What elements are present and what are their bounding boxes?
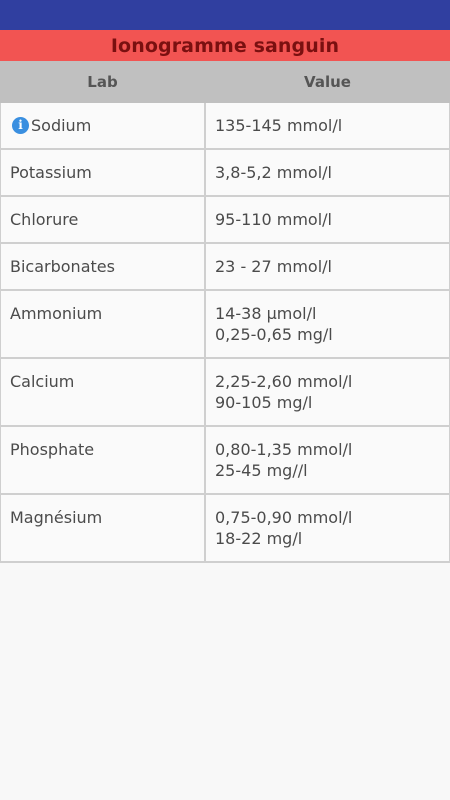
page-title: Ionogramme sanguin: [110, 34, 340, 57]
value-cell: 135-145 mmol/l: [206, 103, 450, 148]
column-header-lab: Lab: [87, 73, 118, 91]
lab-cell: Magnésium: [1, 495, 206, 561]
table-row-magnesium[interactable]: Magnésium 0,75-0,90 mmol/l 18-22 mg/l: [1, 495, 450, 563]
table-row-sodium[interactable]: i Sodium 135-145 mmol/l: [1, 103, 450, 150]
value-text: 23 - 27 mmol/l: [215, 257, 332, 276]
table-row-phosphate[interactable]: Phosphate 0,80-1,35 mmol/l 25-45 mg//l: [1, 427, 450, 495]
lab-label: Chlorure: [10, 210, 79, 229]
lab-label: Bicarbonates: [10, 257, 115, 276]
value-text: 90-105 mg/l: [215, 393, 313, 412]
lab-cell: Ammonium: [1, 291, 206, 357]
lab-label: Magnésium: [10, 508, 103, 527]
lab-cell: Calcium: [1, 359, 206, 425]
value-text: 0,80-1,35 mmol/l: [215, 440, 353, 459]
value-text: 14-38 µmol/l: [215, 304, 317, 323]
value-text: 0,25-0,65 mg/l: [215, 325, 333, 344]
status-bar: [0, 0, 450, 30]
value-cell: 0,80-1,35 mmol/l 25-45 mg//l: [206, 427, 450, 493]
value-text: 0,75-0,90 mmol/l: [215, 508, 353, 527]
lab-cell: Potassium: [1, 150, 206, 195]
title-bar: Ionogramme sanguin: [0, 30, 450, 61]
lab-table: i Sodium 135-145 mmol/l Potassium 3,8-5,…: [0, 103, 450, 563]
value-cell: 3,8-5,2 mmol/l: [206, 150, 450, 195]
value-cell: 95-110 mmol/l: [206, 197, 450, 242]
lab-label: Sodium: [31, 116, 92, 135]
lab-cell: i Sodium: [1, 103, 206, 148]
value-text: 3,8-5,2 mmol/l: [215, 163, 332, 182]
lab-cell: Bicarbonates: [1, 244, 206, 289]
table-row-ammonium[interactable]: Ammonium 14-38 µmol/l 0,25-0,65 mg/l: [1, 291, 450, 359]
value-text: 25-45 mg//l: [215, 461, 308, 480]
lab-label: Calcium: [10, 372, 75, 391]
value-text: 18-22 mg/l: [215, 529, 303, 548]
info-icon[interactable]: i: [12, 117, 29, 134]
value-text: 135-145 mmol/l: [215, 116, 343, 135]
lab-label: Ammonium: [10, 304, 103, 323]
lab-cell: Chlorure: [1, 197, 206, 242]
column-header-value: Value: [304, 73, 351, 91]
table-row-bicarbonates[interactable]: Bicarbonates 23 - 27 mmol/l: [1, 244, 450, 291]
value-cell: 23 - 27 mmol/l: [206, 244, 450, 289]
lab-label: Phosphate: [10, 440, 95, 459]
table-row-potassium[interactable]: Potassium 3,8-5,2 mmol/l: [1, 150, 450, 197]
lab-cell: Phosphate: [1, 427, 206, 493]
lab-label: Potassium: [10, 163, 92, 182]
table-header: Lab Value: [0, 61, 450, 103]
value-cell: 14-38 µmol/l 0,25-0,65 mg/l: [206, 291, 450, 357]
value-cell: 0,75-0,90 mmol/l 18-22 mg/l: [206, 495, 450, 561]
value-text: 95-110 mmol/l: [215, 210, 332, 229]
table-row-chlorure[interactable]: Chlorure 95-110 mmol/l: [1, 197, 450, 244]
table-row-calcium[interactable]: Calcium 2,25-2,60 mmol/l 90-105 mg/l: [1, 359, 450, 427]
value-cell: 2,25-2,60 mmol/l 90-105 mg/l: [206, 359, 450, 425]
value-text: 2,25-2,60 mmol/l: [215, 372, 353, 391]
